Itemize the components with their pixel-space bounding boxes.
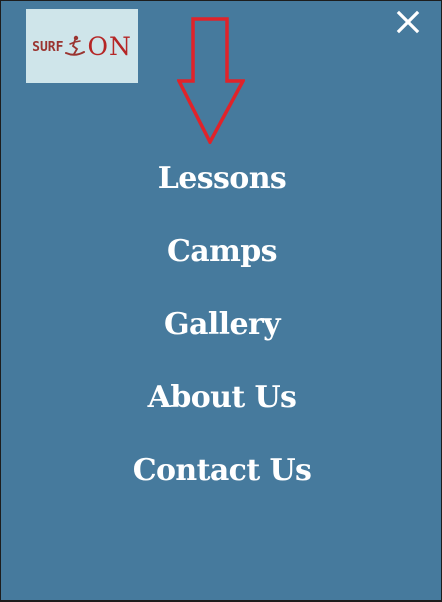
surf-on-logo[interactable]: SURF ON <box>26 9 138 83</box>
mobile-menu-panel: SURF ON Lessons Camps Gallery About Us C… <box>1 1 441 600</box>
menu-item-lessons: Lessons <box>1 151 441 224</box>
menu-item-gallery: Gallery <box>1 297 441 370</box>
close-icon[interactable] <box>393 7 423 37</box>
logo-surf-text: SURF <box>32 39 64 55</box>
down-arrow-icon <box>177 17 245 144</box>
menu-item-about-us: About Us <box>1 370 441 443</box>
menu-link-about-us[interactable]: About Us <box>148 370 297 426</box>
surfer-icon <box>65 35 86 56</box>
menu-link-camps[interactable]: Camps <box>167 224 278 280</box>
menu-item-camps: Camps <box>1 224 441 297</box>
menu-link-contact-us[interactable]: Contact Us <box>133 443 312 499</box>
menu-link-gallery[interactable]: Gallery <box>164 297 281 353</box>
menu-link-lessons[interactable]: Lessons <box>158 151 287 207</box>
menu-item-contact-us: Contact Us <box>1 443 441 516</box>
logo-on-text: ON <box>87 31 132 61</box>
main-menu: Lessons Camps Gallery About Us Contact U… <box>1 151 441 516</box>
